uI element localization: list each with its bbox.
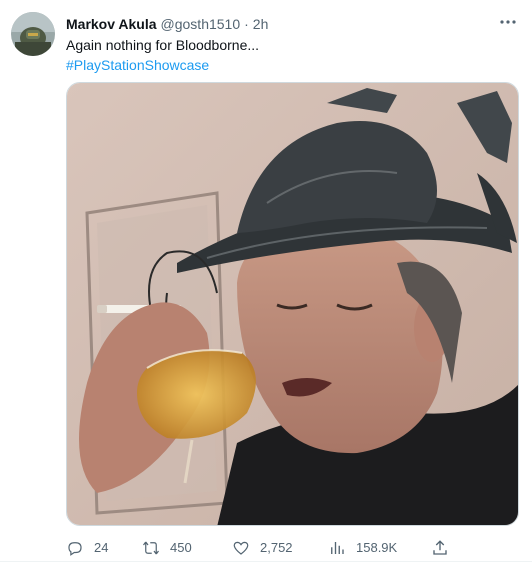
retweet-count: 450: [170, 540, 192, 555]
avatar[interactable]: [11, 12, 55, 56]
separator: ·: [244, 16, 249, 32]
retweet-icon: [143, 541, 159, 555]
timestamp[interactable]: 2h: [253, 16, 269, 32]
share-button[interactable]: [431, 538, 459, 558]
tweet-image[interactable]: [66, 82, 519, 526]
tweet-text-line: Again nothing for Bloodborne...: [66, 37, 260, 53]
heart-icon: [233, 541, 249, 555]
author-name[interactable]: Markov Akula: [66, 16, 157, 32]
author-handle[interactable]: @gosth1510: [161, 16, 241, 32]
like-button[interactable]: 2,752: [232, 538, 293, 558]
like-count: 2,752: [260, 540, 293, 555]
tweet-text: Again nothing for Bloodborne... #PlaySta…: [66, 35, 518, 75]
more-icon[interactable]: [498, 12, 518, 32]
reply-button[interactable]: 24: [66, 538, 108, 558]
tweet[interactable]: Markov Akula @gosth1510 · 2h Again nothi…: [0, 0, 532, 562]
views-count: 158.9K: [356, 540, 398, 555]
share-icon: [433, 540, 447, 555]
reply-count: 24: [94, 540, 109, 555]
retweet-button[interactable]: 450: [142, 538, 192, 558]
tweet-actions: 24 450 2,752 158.9K: [66, 538, 456, 558]
tweet-header: Markov Akula @gosth1510 · 2h: [66, 14, 518, 34]
reply-icon: [68, 542, 82, 556]
views-icon: [331, 542, 344, 554]
hashtag-link[interactable]: #PlayStationShowcase: [66, 55, 518, 75]
views-button[interactable]: 158.9K: [328, 538, 397, 558]
